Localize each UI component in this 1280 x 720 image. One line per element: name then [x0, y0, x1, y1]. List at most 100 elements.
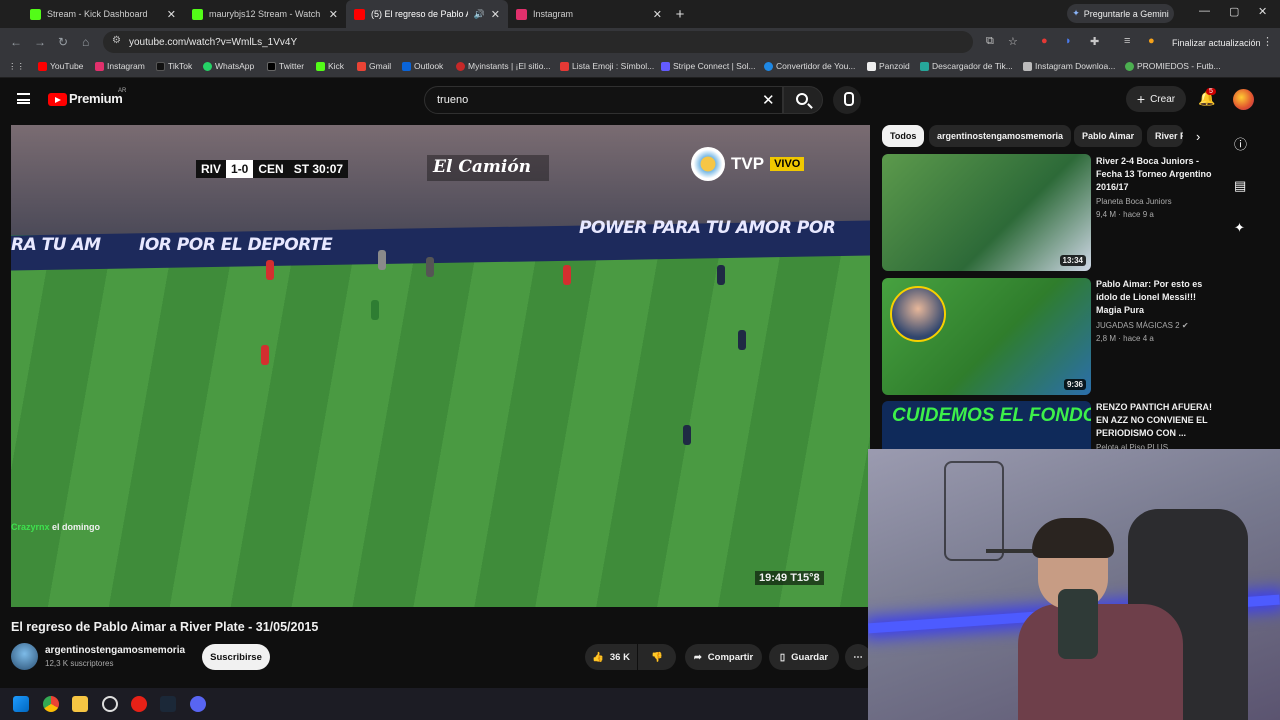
home-icon[interactable]: ⌂ — [82, 35, 89, 49]
recommendation-channel[interactable]: JUGADAS MÁGICAS 2 ✔ — [1096, 320, 1189, 332]
recommendation-thumbnail[interactable]: CUIDEMOS EL FONDO — [882, 401, 1091, 449]
recommendation-title[interactable]: Pablo Aimar: Por esto es ídolo de Lionel… — [1096, 278, 1214, 317]
chip-river[interactable]: River P — [1147, 125, 1183, 147]
back-icon[interactable]: ← — [10, 35, 22, 49]
minimize-icon[interactable]: — — [1199, 5, 1210, 17]
away-team: CEN — [253, 160, 289, 178]
recommendation-title[interactable]: RENZO PANTICH AFUERA! EN AZZ NO CONVIENE… — [1096, 401, 1214, 440]
recommendation-title[interactable]: River 2-4 Boca Juniors - Fecha 13 Torneo… — [1096, 155, 1214, 194]
site-info-icon[interactable]: ⚙ — [112, 35, 121, 46]
speaker-icon[interactable]: 🔊 — [474, 9, 485, 20]
recommendation-channel[interactable]: Pelota al Piso PLUS — [1096, 442, 1168, 449]
close-icon[interactable]: ✕ — [167, 8, 176, 21]
bookmark-stripe[interactable]: Stripe Connect | Sol... — [661, 61, 756, 71]
update-button[interactable]: Finalizar actualización — [1172, 38, 1261, 48]
share-button[interactable]: ➦ Compartir — [685, 644, 762, 670]
bookmark-tiktok[interactable]: TikTok — [156, 61, 192, 71]
search-button[interactable] — [783, 86, 823, 114]
bookmark-whatsapp[interactable]: WhatsApp — [203, 61, 254, 71]
steam-icon[interactable] — [160, 696, 176, 712]
tab-instagram[interactable]: Instagram ✕ — [508, 0, 670, 28]
youtube-logo-text[interactable]: Premium — [69, 91, 123, 106]
bookmark-convertidor[interactable]: Convertidor de You... — [764, 61, 855, 71]
gemini-button[interactable]: ✦ Preguntarle a Gemini — [1067, 4, 1174, 23]
tab-kick-dashboard[interactable]: Stream - Kick Dashboard ✕ — [22, 0, 184, 28]
tab-title: (5) El regreso de Pablo Aimar — [371, 9, 468, 19]
tab-youtube[interactable]: (5) El regreso de Pablo Aimar 🔊 ✕ — [346, 0, 508, 28]
new-tab-button[interactable]: + — [670, 6, 690, 23]
clear-search-icon[interactable]: ✕ — [762, 91, 775, 109]
like-button[interactable]: 👍 36 K — [585, 644, 637, 670]
channel-avatar[interactable] — [11, 643, 38, 670]
ad-text: POWER PARA TU AMOR POR — [579, 218, 836, 238]
chrome-icon[interactable] — [43, 696, 59, 712]
close-icon[interactable]: ✕ — [491, 8, 500, 21]
chat-icon[interactable]: ▤ — [1234, 178, 1246, 194]
discord-icon[interactable] — [190, 696, 206, 712]
subscriber-count: 12,3 K suscriptores — [45, 659, 114, 668]
install-icon[interactable]: ⧉ — [986, 35, 994, 48]
bookmark-youtube[interactable]: YouTube — [38, 61, 83, 71]
profile-icon[interactable]: ● — [1148, 35, 1155, 47]
chip-pablo-aimar[interactable]: Pablo Aimar — [1074, 125, 1143, 147]
window-close-icon[interactable]: ✕ — [1258, 5, 1267, 18]
network-name: TVP — [731, 154, 765, 173]
file-explorer-icon[interactable] — [72, 696, 88, 712]
chip-all[interactable]: Todos — [882, 125, 925, 147]
recommendation-thumbnail[interactable]: 13:34 — [882, 154, 1091, 271]
extensions-puzzle-icon[interactable]: ✚ — [1090, 35, 1099, 48]
bookmark-label: TikTok — [168, 61, 193, 71]
search-input[interactable]: trueno — [424, 86, 783, 114]
youtube-logo-icon[interactable] — [48, 93, 67, 106]
video-player[interactable]: RA TU AM IOR POR EL DEPORTE POWER PARA T… — [11, 125, 870, 607]
bookmark-instagram[interactable]: Instagram — [95, 61, 145, 71]
tab-title: Stream - Kick Dashboard — [47, 9, 148, 19]
maximize-icon[interactable]: ▢ — [1229, 5, 1239, 18]
extension-icon[interactable]: ● — [1041, 35, 1048, 47]
youtube-icon — [38, 61, 47, 71]
kebab-menu-icon[interactable]: ⋮ — [1262, 35, 1273, 48]
windows-start-icon[interactable] — [13, 696, 29, 712]
channel-name[interactable]: argentinostengamosmemoria — [45, 645, 185, 656]
bookmark-outlook[interactable]: Outlook — [402, 61, 443, 71]
chip-channel[interactable]: argentinostengamosmemoria — [929, 125, 1072, 147]
sparkle-icon[interactable]: ✦ — [1234, 220, 1245, 236]
bookmark-label: Instagram — [107, 61, 145, 71]
create-button[interactable]: + Crear — [1126, 86, 1186, 112]
bookmark-twitter[interactable]: Twitter — [267, 61, 304, 71]
forward-icon[interactable]: → — [34, 35, 46, 49]
info-icon[interactable]: ⓘ — [1234, 134, 1247, 153]
apps-icon[interactable]: ⋮⋮ — [8, 61, 25, 72]
reload-icon[interactable]: ↻ — [58, 35, 68, 49]
dislike-button[interactable]: 👎 — [638, 644, 676, 670]
bookmark-myinstants[interactable]: Myinstants | ¡El sitio... — [456, 61, 551, 71]
youtube-app-icon[interactable] — [131, 696, 147, 712]
bookmark-gmail[interactable]: Gmail — [357, 61, 391, 71]
bookmark-kick[interactable]: Kick — [316, 61, 344, 71]
voice-search-button[interactable] — [833, 86, 861, 114]
tab-kick-stream[interactable]: maurybjs12 Stream - Watch Live ✕ — [184, 0, 346, 28]
bookmark-promiedos[interactable]: PROMIEDOS - Futb... — [1125, 61, 1221, 71]
account-avatar[interactable] — [1233, 89, 1254, 110]
save-button[interactable]: ▯ Guardar — [769, 644, 839, 670]
stadium-clock: 19:49 T15°8 — [755, 571, 824, 585]
bookmark-panzoid[interactable]: Panzoid — [867, 61, 910, 71]
close-icon[interactable]: ✕ — [329, 8, 338, 21]
recommendation-thumbnail[interactable]: 9:36 — [882, 278, 1091, 395]
recommendation-channel[interactable]: Planeta Boca Juniors — [1096, 196, 1172, 208]
extension-icon[interactable]: ◗ — [1065, 35, 1072, 47]
address-bar[interactable]: ⚙ youtube.com/watch?v=WmlLs_1Vv4Y — [103, 31, 973, 53]
close-icon[interactable]: ✕ — [653, 8, 662, 21]
chevron-right-icon[interactable]: › — [1196, 129, 1200, 144]
obs-icon[interactable] — [102, 696, 118, 712]
menu-icon[interactable] — [17, 93, 30, 104]
bookmark-descargador[interactable]: Descargador de Tik... — [920, 61, 1013, 71]
bookmark-lista-emoji[interactable]: Lista Emoji : Símbol... — [560, 61, 654, 71]
bookmark-star-icon[interactable]: ☆ — [1008, 35, 1018, 48]
thumbnail-text: CUIDEMOS EL FONDO — [892, 405, 1091, 426]
player — [683, 425, 691, 445]
reading-list-icon[interactable]: ≡ — [1124, 35, 1130, 47]
subscribe-button[interactable]: Suscribirse — [202, 644, 270, 670]
bookmark-instagram-downloader[interactable]: Instagram Downloa... — [1023, 61, 1115, 71]
player — [563, 265, 571, 285]
